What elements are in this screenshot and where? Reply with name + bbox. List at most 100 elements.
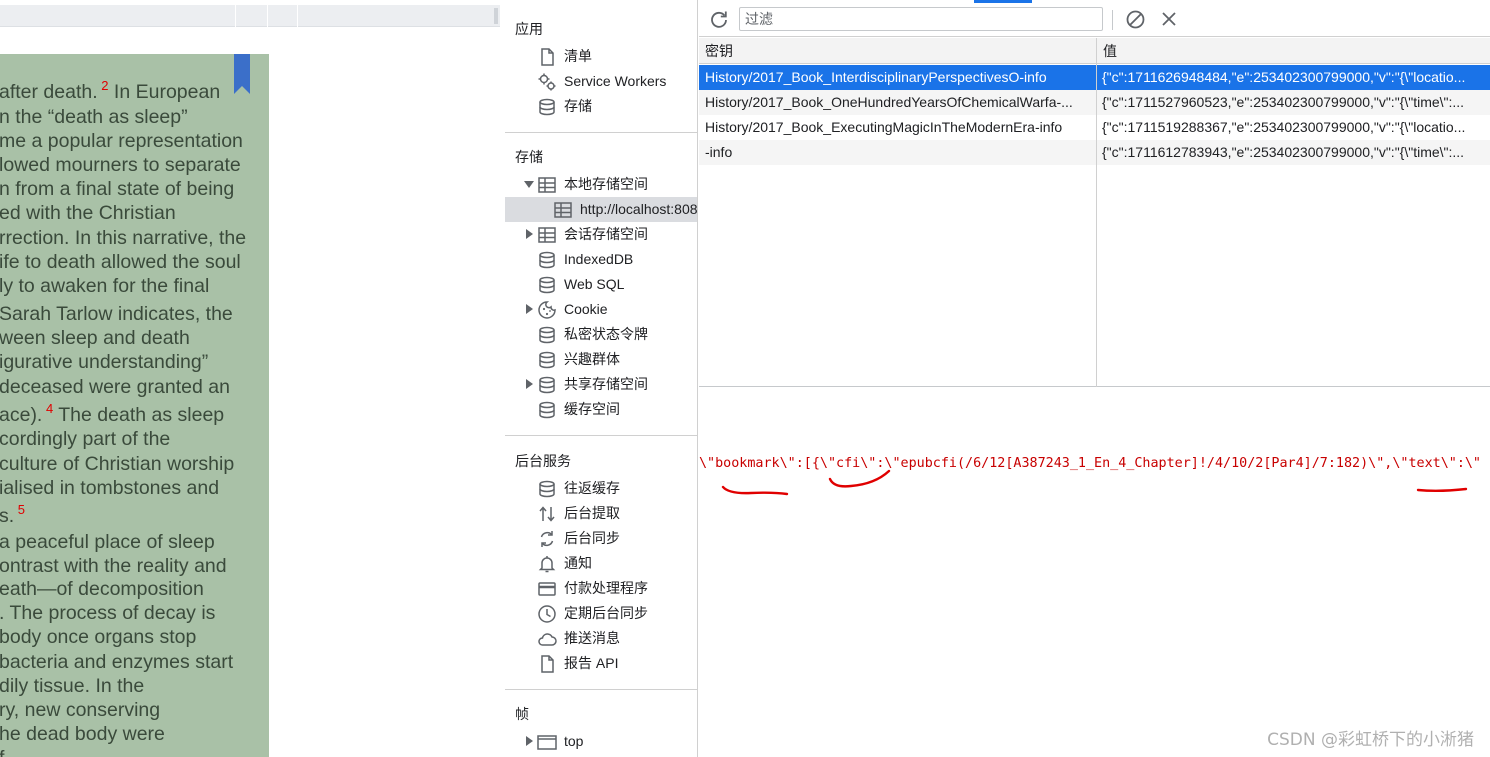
book-text-line: igurative understanding” [0, 350, 208, 374]
gears-icon [538, 73, 556, 91]
sync-icon [540, 531, 554, 547]
book-text-segment: body once organs stop [0, 626, 197, 648]
book-text-line: f [0, 746, 4, 757]
toolbar-separator [1112, 10, 1113, 30]
reader-top-bar-segment[interactable] [297, 5, 494, 27]
sidebar-item[interactable]: 往返缓存 [505, 476, 697, 501]
sidebar-item[interactable]: Web SQL [505, 272, 697, 297]
book-text-line: n the “death as sleep” [0, 105, 188, 129]
table-icon [538, 177, 556, 193]
sidebar-item-label: IndexedDB [564, 251, 634, 267]
database-icon [539, 276, 555, 294]
clock-icon [538, 605, 556, 623]
reader-pane: after death. 2 In European n the “death a… [0, 0, 505, 757]
table-icon [538, 227, 556, 243]
book-text-segment: after death. [0, 81, 98, 103]
bookmark-ribbon-icon[interactable] [234, 54, 250, 94]
book-text-segment: . The process of decay is [0, 602, 216, 624]
table-cell-key[interactable]: History/2017_Book_OneHundredYearsOfChemi… [699, 90, 1096, 115]
column-divider[interactable] [1096, 38, 1097, 387]
database-icon [539, 326, 555, 344]
table-row[interactable]: History/2017_Book_ExecutingMagicInTheMod… [699, 115, 1490, 140]
reader-top-bar [0, 5, 500, 27]
table-cell-key[interactable]: -info [699, 140, 1096, 165]
book-text-segment: bacteria and enzymes start [0, 651, 234, 673]
sidebar-item[interactable]: 后台同步 [505, 526, 697, 551]
book-text-line: ace). 4 The death as sleep [0, 401, 224, 427]
book-text-segment: ry, new conserving [0, 699, 161, 721]
table-cell-key[interactable]: History/2017_Book_InterdisciplinaryPersp… [699, 65, 1096, 90]
footnote-marker[interactable]: 5 [14, 502, 25, 517]
reader-top-bar-segment[interactable] [267, 5, 297, 27]
table-cell-value[interactable]: {"c":1711626948484,"e":253402300799000,"… [1097, 65, 1490, 90]
file-icon [541, 655, 554, 673]
reader-top-bar-segment[interactable] [235, 5, 267, 27]
section-title-app: 应用 [515, 21, 543, 37]
chevron-right-icon[interactable] [526, 304, 533, 314]
column-header-key[interactable]: 密钥 [699, 38, 733, 64]
sidebar-item-label: 兴趣群体 [564, 351, 620, 367]
book-text-segment: dily tissue. In the [0, 675, 145, 697]
table-cell-value[interactable]: {"c":1711527960523,"e":253402300799000,"… [1097, 90, 1490, 115]
book-text-line: ontrast with the reality and [0, 554, 227, 578]
reader-top-bar-handle[interactable] [494, 8, 498, 24]
sidebar-item[interactable]: 付款处理程序 [505, 576, 697, 601]
cookie-icon [538, 301, 556, 319]
table-cell-value[interactable]: {"c":1711519288367,"e":253402300799000,"… [1097, 115, 1490, 140]
book-text-line: ry, new conserving [0, 698, 160, 722]
red-annotation-underlines [721, 469, 1468, 496]
table-header: 密钥 值 [699, 38, 1490, 64]
footnote-marker[interactable]: 2 [98, 78, 108, 93]
database-icon [539, 480, 555, 498]
sidebar-item[interactable]: 清单 [505, 44, 697, 69]
bell-icon [538, 556, 556, 573]
book-text-segment: igurative understanding” [0, 351, 209, 373]
section-title-background-services: 后台服务 [515, 453, 571, 469]
sidebar-item[interactable]: 兴趣群体 [505, 347, 697, 372]
book-text-segment: f [0, 747, 4, 757]
chevron-right-icon[interactable] [526, 736, 533, 746]
sidebar-item[interactable]: 通知 [505, 551, 697, 576]
sidebar-item-label: 共享存储空间 [564, 376, 648, 392]
file-icon [541, 48, 554, 66]
refresh-icon[interactable] [709, 9, 729, 29]
filter-input[interactable] [739, 7, 1103, 31]
book-text-line: cordingly part of the [0, 427, 170, 451]
block-icon[interactable] [1125, 9, 1146, 30]
divider [505, 689, 697, 690]
sidebar-item[interactable]: 后台提取 [505, 501, 697, 526]
sidebar-item[interactable]: top [505, 729, 697, 754]
sidebar-item[interactable]: http://localhost:8080 [505, 197, 697, 222]
book-text-line: culture of Christian worship [0, 452, 234, 476]
close-icon[interactable] [1160, 10, 1178, 28]
sidebar-item[interactable]: 缓存空间 [505, 397, 697, 422]
sidebar-item[interactable]: IndexedDB [505, 247, 697, 272]
sidebar-item[interactable]: 共享存储空间 [505, 372, 697, 397]
sidebar-item[interactable]: 私密状态令牌 [505, 322, 697, 347]
book-text-segment: eath—of decomposition [0, 578, 204, 600]
chevron-right-icon[interactable] [526, 379, 533, 389]
sidebar-item[interactable]: Service Workers [505, 69, 697, 94]
footnote-marker[interactable]: 4 [42, 401, 53, 416]
sidebar-item[interactable]: 报告 API [505, 651, 697, 676]
table-row[interactable]: History/2017_Book_OneHundredYearsOfChemi… [699, 90, 1490, 115]
table-cell-value[interactable]: {"c":1711612783943,"e":253402300799000,"… [1097, 140, 1490, 165]
chevron-right-icon[interactable] [526, 229, 533, 239]
sidebar-item[interactable]: 会话存储空间 [505, 222, 697, 247]
table-row[interactable]: -info {"c":1711612783943,"e":253402300799… [699, 140, 1490, 165]
database-icon [539, 251, 555, 269]
sidebar-item[interactable]: 存储 [505, 94, 697, 119]
sidebar-item-label: 存储 [564, 98, 592, 114]
chevron-down-icon[interactable] [524, 181, 534, 188]
table-row[interactable]: History/2017_Book_InterdisciplinaryPersp… [699, 65, 1490, 90]
divider [505, 435, 697, 436]
sidebar-item-label: 报告 API [564, 655, 619, 671]
sidebar-item-label: 后台提取 [564, 505, 620, 521]
column-header-value[interactable]: 值 [1097, 38, 1117, 64]
sidebar-item[interactable]: 推送消息 [505, 626, 697, 651]
table-cell-key[interactable]: History/2017_Book_ExecutingMagicInTheMod… [699, 115, 1096, 140]
sidebar-item[interactable]: Cookie [505, 297, 697, 322]
book-text-line: body once organs stop [0, 625, 196, 649]
sidebar-item[interactable]: 定期后台同步 [505, 601, 697, 626]
sidebar-item[interactable]: 本地存储空间 [505, 172, 697, 197]
